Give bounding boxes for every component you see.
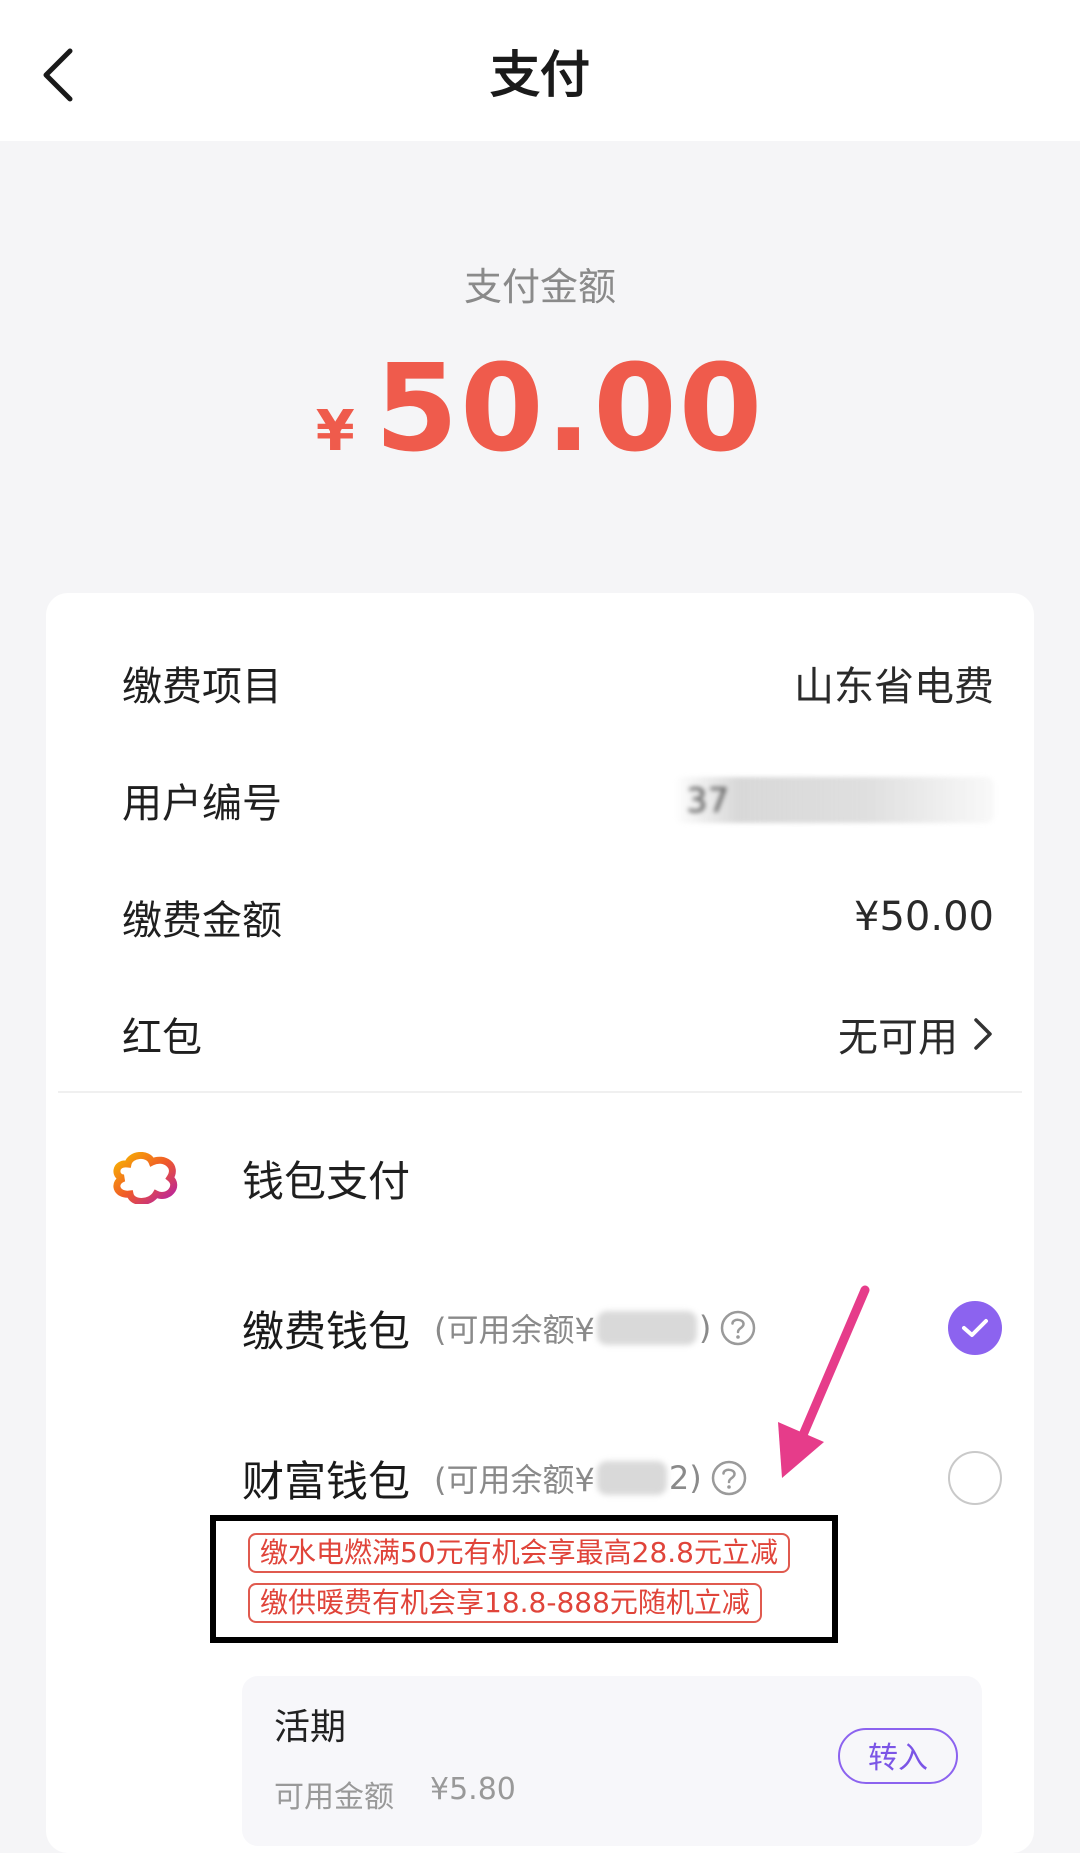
divider [58,1091,1022,1093]
user-id-partial: 37 [686,781,730,821]
row-value: ¥50.00 [854,894,994,940]
wallet-balance: (可用余额¥ 2) [434,1455,748,1501]
promo-tag: 缴水电燃满50元有机会享最高28.8元立减 [248,1533,790,1573]
radio-unselected[interactable] [948,1451,1002,1505]
payment-card: 缴费项目 山东省电费 用户编号 37 缴费金额 ¥50.00 红包 无可用 钱包… [46,593,1034,1853]
sub-account-title: 活期 [274,1707,347,1748]
wallet-option-wealth[interactable]: 财富钱包 (可用余额¥ 2) [242,1443,1002,1513]
row-label: 缴费金额 [122,898,282,944]
wallet-name: 财富钱包 [242,1456,411,1506]
user-id-value: 37 [674,777,994,823]
row-value: 山东省电费 [794,664,994,710]
demand-deposit-panel: 活期 可用金额 ¥5.80 转入 [242,1676,982,1846]
wallet-pay-title: 钱包支付 [242,1156,411,1206]
check-icon [962,1319,988,1337]
row-label: 缴费项目 [122,664,282,710]
radio-selected[interactable] [948,1301,1002,1355]
redacted-balance [596,1461,667,1495]
redacted-user-id: 37 [674,777,994,823]
page-title: 支付 [490,46,590,104]
available-value: ¥5.80 [430,1772,516,1807]
row-payment-item: 缴费项目 山东省电费 [122,648,994,718]
balance-suffix: 2) [668,1459,702,1497]
wallet-logo-icon [113,1152,178,1204]
annotation-arrow-icon [778,1285,870,1478]
question-icon[interactable] [710,1459,748,1497]
available-label: 可用金额 [274,1780,394,1815]
payment-amount: ¥50.00 [0,350,1080,505]
chevron-right-icon [972,1016,994,1052]
balance-prefix: (可用余额¥ [434,1461,595,1499]
row-label: 红包 [122,1015,202,1061]
currency-symbol: ¥ [315,399,355,464]
promo-highlight-box: 缴水电燃满50元有机会享最高28.8元立减 缴供暖费有机会享18.8-888元随… [210,1515,838,1643]
row-payment-amount: 缴费金额 ¥50.00 [122,882,994,952]
amount-value: 50.00 [374,340,765,479]
balance-prefix: (可用余额¥ [434,1311,595,1349]
row-label: 用户编号 [122,781,282,827]
wallet-option-payment[interactable]: 缴费钱包 (可用余额¥ ) [242,1293,1002,1363]
red-packet-status: 无可用 [838,1015,958,1061]
red-packet-value[interactable]: 无可用 [838,1005,994,1063]
row-user-id: 用户编号 37 [122,765,994,835]
wallet-balance: (可用余额¥ ) [434,1305,757,1351]
wallet-name: 缴费钱包 [242,1306,411,1356]
balance-suffix: ) [698,1309,712,1347]
amount-label: 支付金额 [463,265,616,309]
redacted-balance [596,1311,697,1345]
transfer-in-button[interactable]: 转入 [838,1728,958,1784]
wallet-pay-header: 钱包支付 [110,1143,410,1213]
row-red-packet[interactable]: 红包 无可用 [122,999,994,1069]
promo-tag: 缴供暖费有机会享18.8-888元随机立减 [248,1583,762,1623]
question-icon[interactable] [719,1309,757,1347]
top-bar: 支付 [0,0,1080,141]
